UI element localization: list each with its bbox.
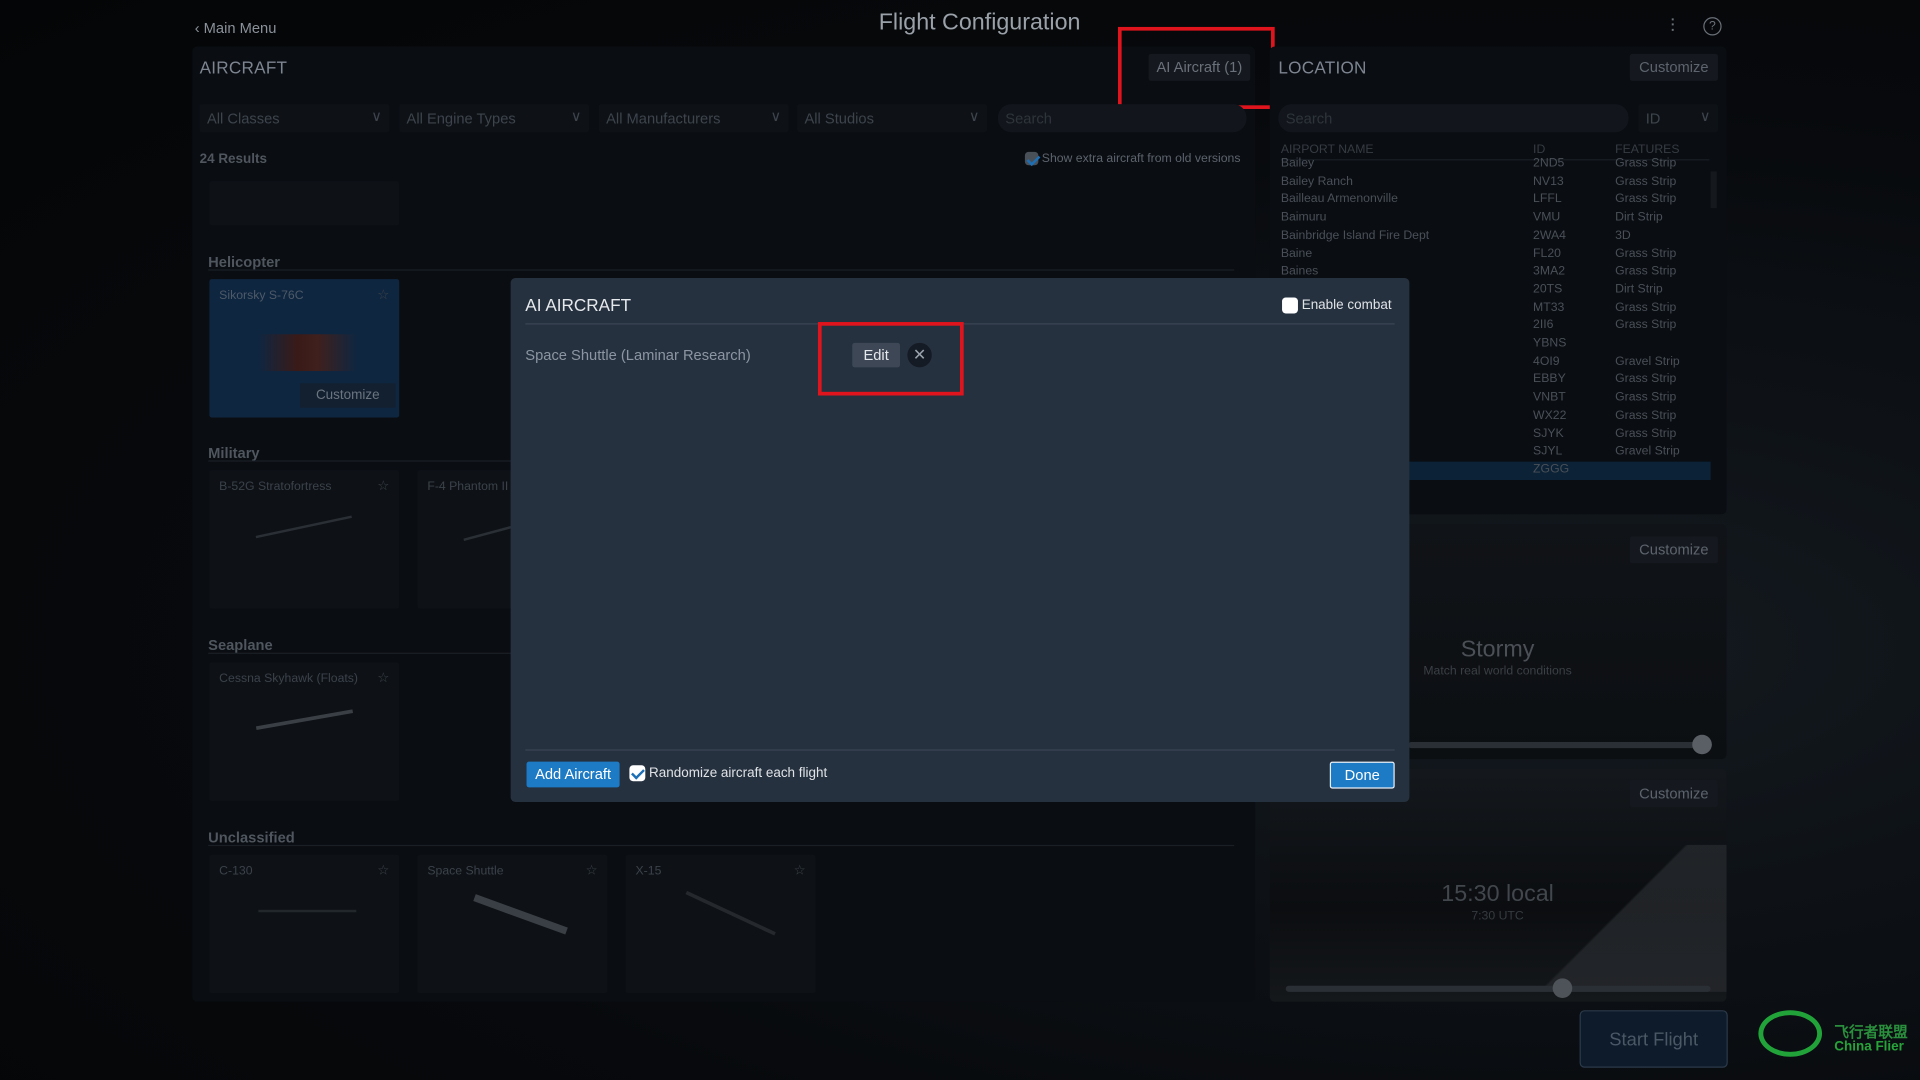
- aircraft-card[interactable]: B-52G Stratofortress ☆: [209, 470, 400, 609]
- star-icon[interactable]: ☆: [377, 670, 389, 686]
- aircraft-image: [463, 894, 568, 963]
- aircraft-image: [671, 890, 776, 966]
- highlight-box: [1117, 26, 1275, 109]
- sliders-icon[interactable]: ⫶: [1670, 16, 1675, 37]
- airport-row[interactable]: Bailleau Armenonville LFFL Grass Strip: [1281, 191, 1710, 209]
- time-title: 15:30 local: [1441, 881, 1554, 908]
- divider: [208, 269, 1235, 271]
- class-filter[interactable]: All Classes ∨: [199, 104, 390, 133]
- chevron-down-icon: ∨: [968, 107, 980, 125]
- helicopter-image: [258, 334, 357, 372]
- chevron-down-icon: ∨: [570, 107, 582, 125]
- weather-slider-knob[interactable]: [1692, 734, 1712, 755]
- star-icon[interactable]: ☆: [585, 862, 597, 878]
- star-icon[interactable]: ☆: [377, 862, 389, 878]
- weather-subtitle: Match real world conditions: [1423, 664, 1572, 679]
- chevron-left-icon: ‹: [194, 19, 200, 37]
- add-aircraft-button[interactable]: Add Aircraft: [526, 761, 620, 788]
- airport-row[interactable]: Baimuru VMU Dirt Strip: [1281, 210, 1710, 228]
- category-seaplane: Seaplane: [208, 636, 273, 654]
- time-slider[interactable]: [1285, 985, 1711, 992]
- airport-row[interactable]: Bailey 2ND5 Grass Strip: [1281, 156, 1710, 174]
- chevron-down-icon: ∨: [371, 107, 383, 125]
- china-flier-logo: 飞行者联盟 China Flier: [1751, 1007, 1920, 1062]
- airport-row[interactable]: Bailey Ranch NV13 Grass Strip: [1281, 173, 1710, 191]
- aircraft-title: AIRCRAFT: [199, 57, 288, 78]
- aircraft-card[interactable]: C-130 ☆: [209, 854, 400, 994]
- main-menu-link[interactable]: ‹ Main Menu: [195, 20, 277, 37]
- location-search-input[interactable]: Search: [1278, 104, 1629, 133]
- airport-row[interactable]: Bainbridge Island Fire Dept 2WA4 3D: [1281, 228, 1710, 246]
- start-flight-button[interactable]: Start Flight: [1579, 1010, 1728, 1068]
- highlight-box: [817, 322, 964, 396]
- location-title: LOCATION: [1278, 57, 1367, 78]
- customize-button[interactable]: Customize: [300, 383, 396, 408]
- chevron-down-icon: ∨: [1699, 107, 1711, 125]
- engine-filter[interactable]: All Engine Types ∨: [399, 104, 589, 133]
- category-helicopter: Helicopter: [208, 253, 281, 271]
- airport-row[interactable]: Baine FL20 Grass Strip: [1281, 246, 1710, 264]
- time-subtitle: 7:30 UTC: [1471, 909, 1524, 924]
- globe-plane-icon: [1758, 1010, 1823, 1057]
- location-customize-button[interactable]: Customize: [1629, 53, 1718, 81]
- enable-combat-checkbox[interactable]: Enable combat: [1282, 297, 1392, 314]
- aircraft-image: [258, 909, 357, 947]
- chevron-down-icon: ∨: [770, 107, 782, 125]
- page-title: Flight Configuration: [878, 9, 1081, 36]
- search-field-select[interactable]: ID ∨: [1638, 104, 1718, 133]
- time-slider-knob[interactable]: [1552, 978, 1572, 998]
- divider: [208, 844, 1235, 847]
- studio-filter[interactable]: All Studios ∨: [797, 104, 987, 133]
- done-button[interactable]: Done: [1329, 761, 1395, 789]
- manufacturer-filter[interactable]: All Manufacturers ∨: [598, 104, 789, 133]
- aircraft-card[interactable]: Space Shuttle ☆: [417, 854, 608, 994]
- weather-slider[interactable]: [1408, 742, 1712, 749]
- star-icon[interactable]: ☆: [377, 287, 389, 303]
- dialog-title: AI AIRCRAFT: [525, 295, 632, 315]
- time-customize-button[interactable]: Customize: [1629, 780, 1718, 807]
- aircraft-search-input[interactable]: Search: [997, 104, 1247, 133]
- help-icon[interactable]: ?: [1703, 17, 1722, 36]
- weather-customize-button[interactable]: Customize: [1629, 536, 1718, 564]
- aircraft-image: [255, 709, 359, 763]
- divider: [525, 749, 1395, 751]
- checkbox[interactable]: [629, 765, 646, 782]
- star-icon[interactable]: ☆: [794, 862, 806, 878]
- aircraft-image: [255, 515, 360, 572]
- aircraft-card-placeholder[interactable]: [209, 181, 400, 226]
- randomize-checkbox[interactable]: Randomize aircraft each flight: [629, 765, 827, 782]
- airport-list-scrollbar[interactable]: [1710, 171, 1717, 209]
- show-extra-checkbox[interactable]: Show extra aircraft from old versions: [1024, 151, 1240, 166]
- category-military: Military: [208, 444, 260, 462]
- aircraft-card[interactable]: X-15 ☆: [625, 854, 816, 994]
- checkbox[interactable]: [1024, 151, 1039, 166]
- checkbox[interactable]: [1282, 297, 1298, 314]
- results-count: 24 Results: [199, 151, 267, 167]
- category-unclassified: Unclassified: [208, 828, 295, 847]
- star-icon[interactable]: ☆: [377, 478, 389, 494]
- weather-title: Stormy: [1460, 636, 1535, 663]
- aircraft-card[interactable]: Cessna Skyhawk (Floats) ☆: [209, 662, 400, 801]
- aircraft-card[interactable]: Sikorsky S-76C ☆ Customize: [209, 279, 400, 418]
- ai-aircraft-row: Space Shuttle (Laminar Research): [525, 346, 751, 364]
